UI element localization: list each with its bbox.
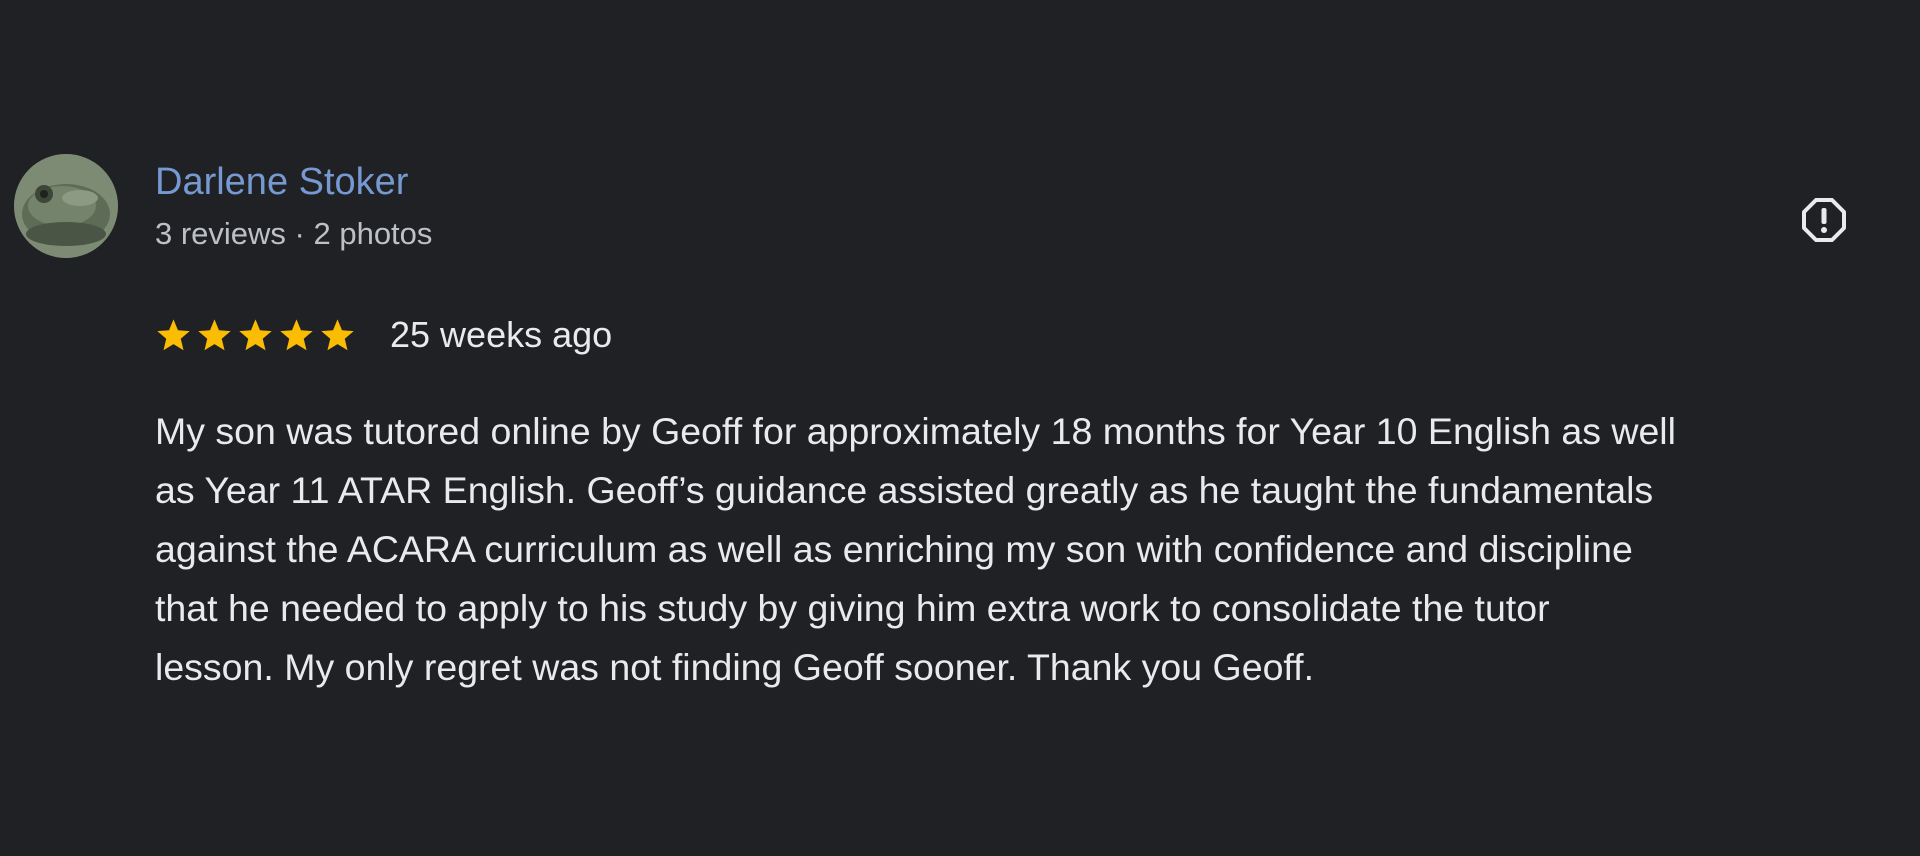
star-icon bbox=[239, 318, 272, 350]
star-icon bbox=[280, 318, 313, 350]
review-text-line: as Year 11 ATAR English. Geoff’s guidanc… bbox=[155, 469, 1654, 511]
star-rating bbox=[155, 317, 356, 354]
author-meta: 3 reviews · 2 photos bbox=[155, 216, 433, 251]
star-icon bbox=[198, 318, 231, 350]
review-date: 25 weeks ago bbox=[390, 314, 613, 355]
review-text-line: that he needed to apply to his study by … bbox=[155, 587, 1550, 629]
review-text-line: My son was tutored online by Geoff for a… bbox=[155, 410, 1676, 452]
avatar[interactable] bbox=[14, 154, 118, 258]
star-icon bbox=[321, 318, 354, 350]
report-button[interactable] bbox=[1796, 192, 1852, 248]
frog-photo-avatar-icon bbox=[14, 154, 118, 258]
review-card: Darlene Stoker 3 reviews · 2 photos 25 w… bbox=[0, 0, 1920, 856]
review-text: My son was tutored online by Geoff for a… bbox=[155, 402, 1905, 697]
report-icon bbox=[1802, 198, 1846, 242]
review-text-line: lesson. My only regret was not finding G… bbox=[155, 646, 1315, 688]
review-text-line: against the ACARA curriculum as well as … bbox=[155, 528, 1633, 570]
rating-row: 25 weeks ago bbox=[155, 310, 612, 360]
author-name[interactable]: Darlene Stoker bbox=[155, 160, 408, 204]
star-icon bbox=[157, 318, 190, 350]
